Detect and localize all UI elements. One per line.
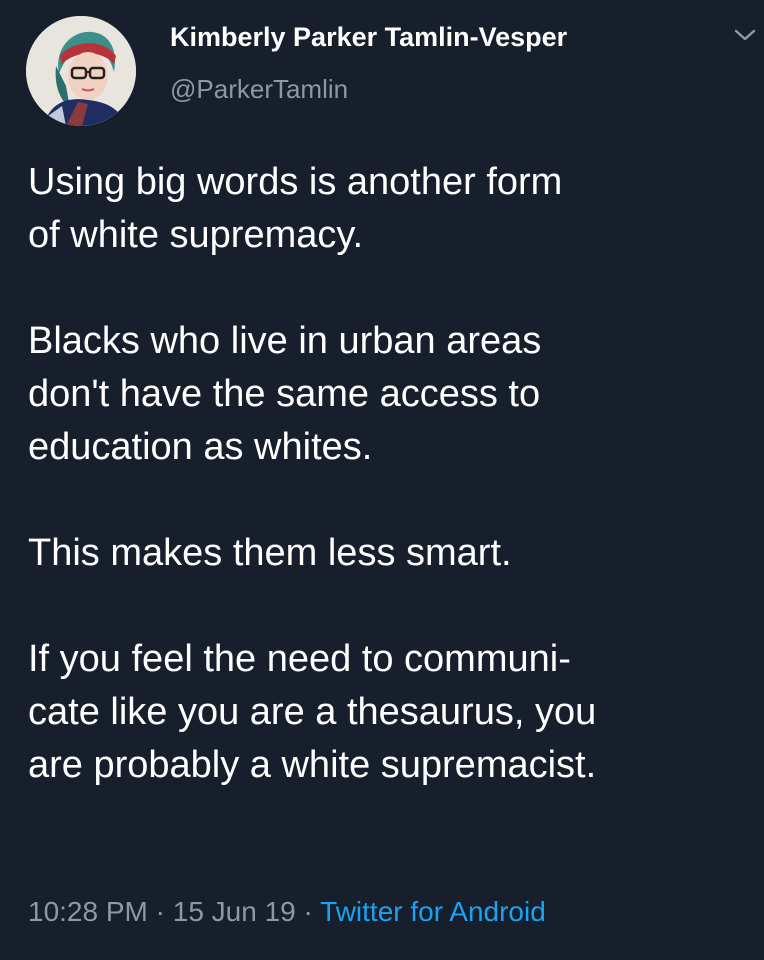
profile-photo-icon [26,16,136,126]
meta-separator: · [147,896,173,927]
tweet-date[interactable]: 15 Jun 19 [173,896,296,927]
tweet-time[interactable]: 10:28 PM [28,896,148,927]
tweet-paragraph: Using big words is another form of white… [28,161,563,256]
tweet-source-link[interactable]: Twitter for Android [320,896,546,927]
tweet-header: Kimberly Parker Tamlin-Vesper @ParkerTam… [170,18,567,106]
tweet-text: Using big words is another form of white… [28,156,748,845]
tweet-meta: 10:28 PM · 15 Jun 19 · Twitter for Andro… [28,893,546,931]
tweet-paragraph: Blacks who live in urban areas don't hav… [28,320,542,468]
chevron-down-icon[interactable] [733,26,757,44]
meta-separator: · [295,896,321,927]
tweet-paragraph: This makes them less smart. [28,532,512,574]
avatar[interactable] [26,16,136,126]
user-handle[interactable]: @ParkerTamlin [170,72,567,106]
display-name[interactable]: Kimberly Parker Tamlin-Vesper [170,18,567,56]
tweet: Kimberly Parker Tamlin-Vesper @ParkerTam… [0,0,764,960]
tweet-paragraph: If you feel the need to communi- cate li… [28,638,597,786]
